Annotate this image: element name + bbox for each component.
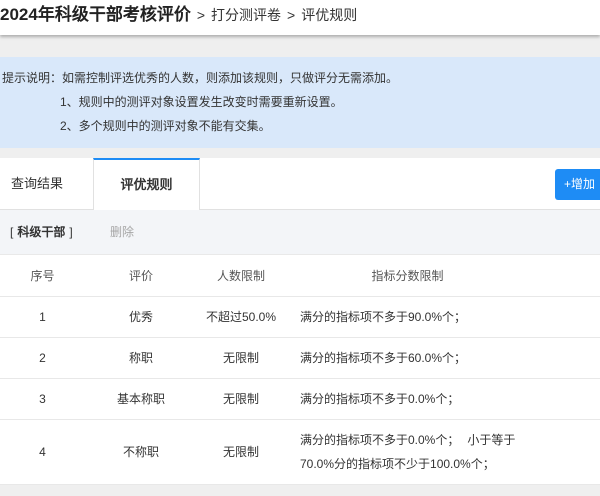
column-header-count-limit: 人数限制 (197, 255, 285, 297)
cell-index: 1 (0, 296, 85, 338)
rule-group-label: [科级干部] (10, 210, 73, 254)
tab-bar: 查询结果 评优规则 +增加 (0, 158, 600, 210)
cell-rating: 不称职 (85, 419, 197, 485)
column-header-score-limit: 指标分数限制 (285, 255, 530, 297)
tab-query-results[interactable]: 查询结果 (0, 158, 93, 209)
cell-index: 4 (0, 419, 85, 485)
cell-rating: 称职 (85, 337, 197, 379)
cell-index: 2 (0, 337, 85, 379)
page-title[interactable]: 2024年科级干部考核评价 (0, 0, 191, 30)
breadcrumb-separator: > (196, 7, 206, 23)
table-row: 2 称职 无限制 满分的指标项不多于60.0%个； (0, 337, 600, 379)
breadcrumb-separator: > (287, 7, 296, 23)
rule-group-header: [科级干部] 删除 (0, 210, 600, 255)
notice-line: 1、规则中的测评对象设置发生改变时需要重新设置。 (60, 95, 343, 109)
delete-button[interactable]: 删除 (110, 210, 134, 254)
breadcrumb-item-current: 评优规则 (301, 7, 358, 23)
cell-rating: 优秀 (85, 296, 197, 338)
cell-count-limit: 无限制 (197, 378, 285, 420)
cell-count-limit: 不超过50.0% (197, 296, 285, 338)
table-row: 1 优秀 不超过50.0% 满分的指标项不多于90.0%个； (0, 296, 600, 338)
column-header-rating: 评价 (85, 255, 197, 297)
rules-table: 序号 评价 人数限制 指标分数限制 1 优秀 不超过50.0% 满分的指标项不多… (0, 255, 600, 485)
add-button[interactable]: +增加 (555, 169, 600, 200)
notice-line: 提示说明：如需控制评选优秀的人数，则添加该规则，只做评分无需添加。 (2, 71, 399, 85)
cell-count-limit: 无限制 (197, 419, 285, 485)
cell-empty (530, 337, 600, 379)
column-header-empty (530, 255, 600, 297)
cell-empty (530, 378, 600, 420)
tab-evaluation-rules[interactable]: 评优规则 (93, 158, 200, 210)
column-header-index: 序号 (0, 255, 85, 297)
notice-line: 2、多个规则中的测评对象不能有交集。 (60, 119, 271, 133)
cell-score-limits: 满分的指标项不多于60.0%个； (285, 337, 530, 379)
score-limit: 满分的指标项不多于60.0%个； (300, 351, 467, 365)
table-header-row: 序号 评价 人数限制 指标分数限制 (0, 255, 600, 297)
breadcrumb-item-score-sheet[interactable]: 打分测评卷 (211, 0, 281, 30)
table-row: 4 不称职 无限制 满分的指标项不多于0.0%个； 小于等于70.0%分的指标项不… (0, 419, 600, 485)
bracket-open: [ (10, 225, 14, 239)
cell-score-limits: 满分的指标项不多于0.0%个； (285, 378, 530, 420)
breadcrumb: 2024年科级干部考核评价 > 打分测评卷 > 评优规则 (0, 0, 600, 35)
bracket-close: ] (69, 225, 73, 239)
cell-rating: 基本称职 (85, 378, 197, 420)
score-limit: 满分的指标项不多于0.0%个； (300, 392, 460, 406)
cell-count-limit: 无限制 (197, 337, 285, 379)
table-row: 3 基本称职 无限制 满分的指标项不多于0.0%个； (0, 378, 600, 420)
cell-index: 3 (0, 378, 85, 420)
score-limit: 满分的指标项不多于0.0%个； (300, 432, 460, 447)
score-limit: 满分的指标项不多于90.0%个； (300, 310, 467, 324)
cell-empty (530, 296, 600, 338)
cell-empty (530, 419, 600, 485)
cell-score-limits: 满分的指标项不多于90.0%个； (285, 296, 530, 338)
cell-score-limits: 满分的指标项不多于0.0%个； 小于等于70.0%分的指标项不少于100.0%个； (285, 419, 530, 485)
notice-box: 提示说明：如需控制评选优秀的人数，则添加该规则，只做评分无需添加。 1、规则中的… (0, 57, 600, 148)
rule-group-name: 科级干部 (17, 225, 66, 239)
